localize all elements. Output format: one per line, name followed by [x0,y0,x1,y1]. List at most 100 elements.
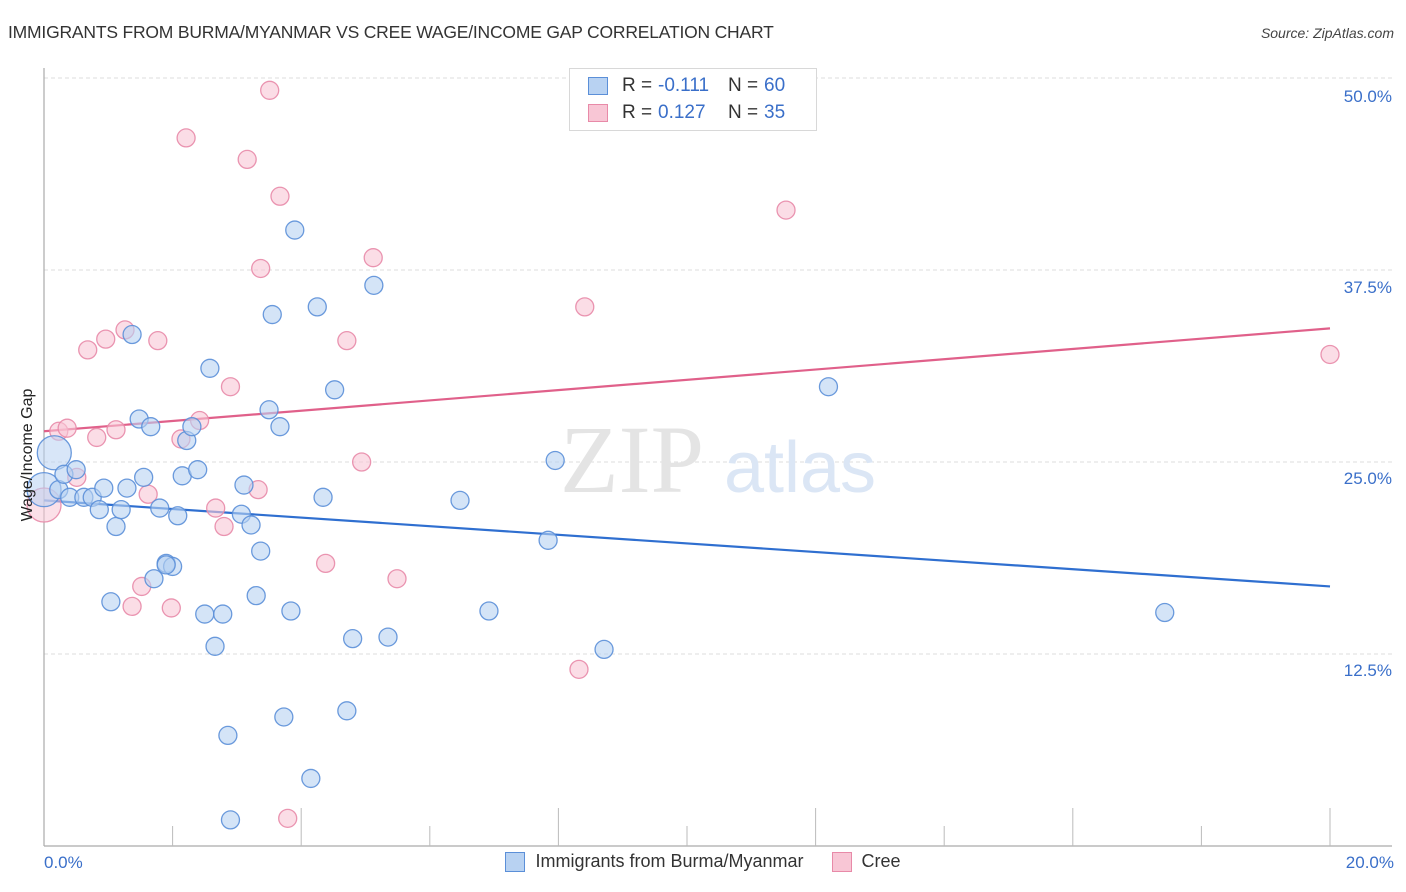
point-cree [569,659,589,680]
point-burma [234,475,254,495]
point-burma [156,555,176,575]
point-cree [148,331,168,351]
legend-label: Immigrants from Burma/Myanmar [535,851,804,871]
legend-item-burma[interactable]: Immigrants from Burma/Myanmar [505,851,804,872]
point-burma [150,498,170,518]
point-cree [387,569,407,589]
point-burma [342,628,363,649]
n-label: N = [728,75,759,96]
point-burma [205,636,225,656]
point-burma [285,220,305,240]
point-burma [36,435,72,471]
watermark-zip: ZIP [560,406,704,513]
legend-swatch-pink [588,104,608,122]
r-value: -0.111 [658,75,710,96]
point-burma [220,810,241,830]
watermark: ZIP atlas [560,406,876,513]
point-burma [313,487,333,507]
r-label: R = [622,75,653,96]
stats-row-burma: R = -0.111 N = 60 [588,73,785,99]
y-tick-label: 37.5% [1343,278,1392,297]
point-burma [818,377,839,397]
y-tick-label: 50.0% [1343,87,1392,106]
point-burma [262,304,282,325]
r-label: R = [622,102,653,123]
watermark-atlas: atlas [724,428,876,508]
point-burma [101,592,121,612]
scatter-plot: ZIP atlas [26,68,1392,847]
n-label: N = [728,102,759,123]
point-burma [270,417,290,437]
point-cree [220,377,241,397]
point-cree [161,598,181,618]
point-burma [307,297,327,317]
point-cree [270,186,290,206]
legend-swatch-blue [505,851,526,872]
series-legend: Immigrants from Burma/Myanmar Cree [0,851,1406,872]
point-burma [106,516,126,537]
point-burma [111,499,131,520]
point-burma [195,604,215,624]
point-cree [78,340,98,360]
point-burma [200,358,220,378]
point-burma [251,541,271,561]
axes [43,68,1392,847]
point-burma [479,601,499,621]
point-cree [351,452,372,472]
point-cree [575,297,595,317]
point-cree [776,200,796,220]
point-burma [213,604,233,624]
point-burma [378,627,398,647]
point-burma [364,275,384,296]
point-burma [274,707,294,727]
point-cree [96,329,116,349]
point-burma [241,515,261,535]
point-burma [301,768,321,789]
point-cree [206,498,226,518]
point-burma [89,499,109,520]
point-burma [246,585,266,606]
point-cree [176,128,196,148]
r-value: 0.127 [658,102,706,123]
point-cree [122,596,142,617]
y-axis-label: Wage/Income Gap [19,388,36,522]
point-cree [214,516,234,537]
point-burma [594,639,614,660]
y-tick-label: 25.0% [1343,469,1392,488]
point-cree [237,149,257,170]
point-burma [168,506,188,526]
stats-row-cree: R = 0.127 N = 35 [588,100,785,126]
stats-legend: R = -0.111 N = 60 R = 0.127 N = 35 [569,68,817,131]
point-burma [141,417,161,437]
point-burma [182,417,202,437]
point-cree [57,418,77,438]
point-cree [278,808,298,829]
point-burma [117,478,137,498]
point-burma [134,467,154,488]
n-value: 60 [764,75,786,96]
point-burma [545,450,565,471]
legend-label: Cree [861,851,901,871]
point-cree [260,80,280,100]
point-cree [315,553,336,574]
point-burma [337,701,357,721]
point-cree [251,258,271,279]
point-burma [66,460,86,480]
point-cree [106,420,126,440]
point-cree [87,427,107,448]
point-burma [281,601,301,621]
point-burma [94,478,114,498]
point-burma [259,400,279,420]
point-cree [1320,344,1340,365]
point-burma [188,460,208,480]
legend-swatch-blue [588,77,608,95]
point-cree [337,331,357,351]
point-burma [450,490,470,511]
point-burma [324,380,345,400]
point-burma [122,324,142,345]
legend-item-cree[interactable]: Cree [831,851,901,872]
point-burma [1155,602,1175,623]
legend-swatch-pink [831,851,852,872]
point-cree [363,248,383,268]
y-tick-label: 12.5% [1343,661,1392,680]
